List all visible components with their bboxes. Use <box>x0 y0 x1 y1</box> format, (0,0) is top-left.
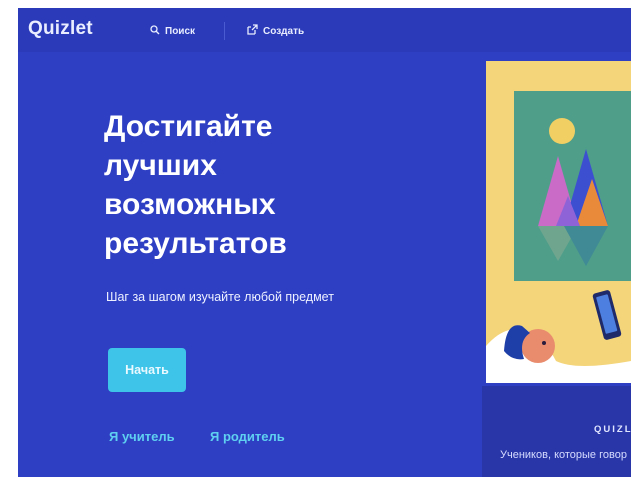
app-screen: Quizlet Поиск Создать Достигайте лучших … <box>18 8 631 477</box>
panel-brand: QUIZL <box>594 424 631 435</box>
nav-divider <box>224 22 225 40</box>
hero-title: Достигайте лучших возможных результатов <box>104 107 434 263</box>
hero-title-line: лучших <box>104 149 217 182</box>
quizlet-logo[interactable]: Quizlet <box>28 18 93 40</box>
illustration-graphic <box>486 61 631 383</box>
hero-title-line: возможных <box>104 188 276 221</box>
hero-title-line: Достигайте <box>104 110 273 143</box>
nav-search-button[interactable]: Поиск <box>150 24 195 38</box>
search-icon <box>150 24 160 38</box>
hero-illustration <box>486 61 631 383</box>
top-navigation-bar: Quizlet Поиск Создать <box>18 8 631 52</box>
create-icon <box>247 24 258 38</box>
students-text: Учеников, которые говор <box>500 449 627 461</box>
info-panel: QUIZL Учеников, которые говор <box>482 386 631 477</box>
nav-create-label: Создать <box>263 25 305 37</box>
hero-title-line: результатов <box>104 227 287 260</box>
parent-link[interactable]: Я родитель <box>210 429 285 444</box>
nav-create-button[interactable]: Создать <box>247 24 304 38</box>
teacher-link[interactable]: Я учитель <box>109 429 175 444</box>
hero-subtitle: Шаг за шагом изучайте любой предмет <box>106 290 334 304</box>
start-button[interactable]: Начать <box>108 348 186 392</box>
nav-search-label: Поиск <box>165 25 196 37</box>
